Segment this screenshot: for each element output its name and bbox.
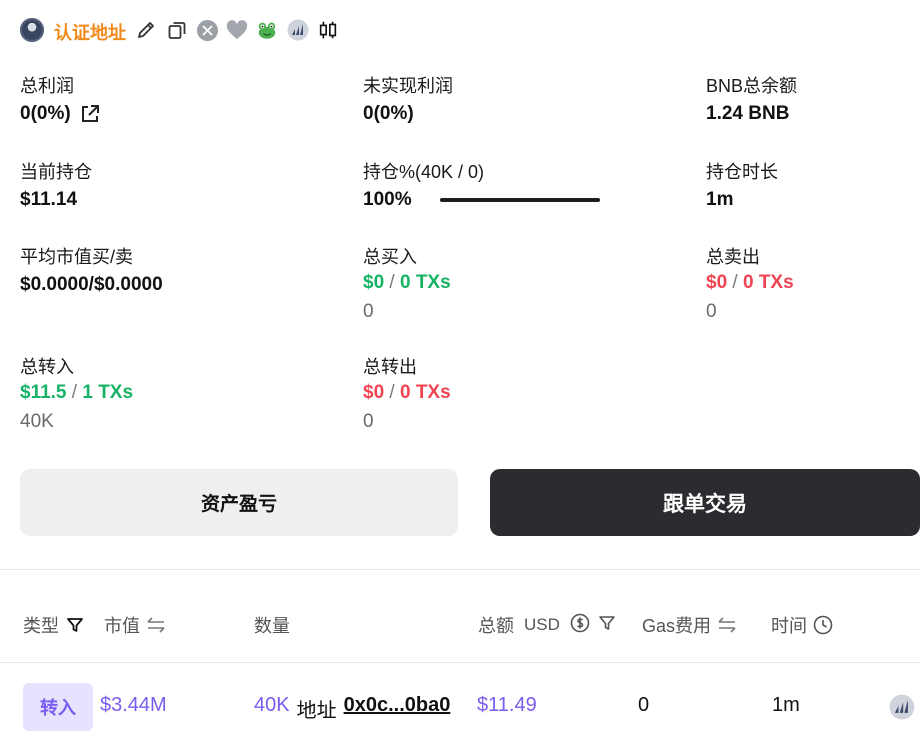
gas-sort-icon[interactable] bbox=[717, 616, 737, 634]
holding-percent-value: 100% bbox=[363, 189, 412, 210]
sort-icon[interactable] bbox=[146, 616, 166, 634]
total-in-txs: 1 TXs bbox=[82, 382, 134, 403]
currency-toggle-icon[interactable] bbox=[570, 613, 590, 638]
external-link-icon[interactable] bbox=[79, 103, 101, 125]
row-total: $11.49 bbox=[477, 694, 537, 716]
current-position-label: 当前持仓 bbox=[20, 162, 92, 182]
total-out-txs: 0 TXs bbox=[399, 382, 451, 403]
total-in-label: 总转入 bbox=[20, 357, 74, 377]
candlestick-icon[interactable] bbox=[317, 19, 339, 41]
row-address-label: 地址 bbox=[296, 700, 337, 722]
row-address-link[interactable]: 0x0c...0ba0 bbox=[344, 694, 451, 723]
holding-percent-label: 持仓%(40K / 0) bbox=[363, 162, 485, 182]
filter-icon[interactable] bbox=[65, 615, 85, 635]
section-divider bbox=[0, 569, 920, 570]
total-out-qty: 0 bbox=[363, 411, 374, 432]
col-mcap-label: 市值 bbox=[104, 616, 140, 636]
verified-address-label: 认证地址 bbox=[54, 23, 126, 43]
total-out-amount: $0 bbox=[363, 382, 385, 403]
total-profit-label: 总利润 bbox=[20, 76, 74, 96]
col-total-label: 总额 bbox=[478, 616, 514, 636]
total-filter-icon[interactable] bbox=[597, 613, 617, 638]
asset-pnl-button[interactable]: 资产盈亏 bbox=[20, 469, 458, 536]
col-usd-label: USD bbox=[524, 615, 560, 634]
total-in-qty: 40K bbox=[20, 411, 54, 432]
total-buy-txs: 0 TXs bbox=[399, 272, 451, 293]
copy-trade-button[interactable]: 跟单交易 bbox=[490, 469, 920, 536]
total-profit-amount: 0(0%) bbox=[20, 103, 71, 124]
row-chart-icon[interactable] bbox=[889, 694, 915, 725]
col-type-header[interactable]: 类型 bbox=[23, 612, 85, 638]
bnb-balance-label: BNB总余额 bbox=[706, 76, 798, 96]
heart-icon[interactable] bbox=[226, 19, 248, 41]
holding-progress-fill bbox=[440, 198, 600, 202]
total-out-value: $0 / 0 TXs bbox=[363, 382, 451, 404]
avg-mcap-label: 平均市值买/卖 bbox=[20, 247, 134, 267]
col-qty-header: 数量 bbox=[254, 612, 290, 638]
total-buy-qty: 0 bbox=[363, 301, 374, 322]
col-qty-label: 数量 bbox=[254, 616, 290, 636]
total-buy-separator: / bbox=[389, 272, 395, 293]
holding-progress-track bbox=[440, 198, 600, 202]
total-profit-value: 0(0%) bbox=[20, 103, 101, 125]
edit-icon[interactable] bbox=[135, 19, 157, 41]
col-time-label: 时间 bbox=[771, 616, 807, 636]
total-in-value: $11.5 / 1 TXs bbox=[20, 382, 133, 404]
holding-duration-label: 持仓时长 bbox=[706, 162, 778, 182]
total-out-separator: / bbox=[389, 382, 395, 403]
row-qty: 40K 地址 0x0c...0ba0 bbox=[254, 694, 450, 723]
row-time: 1m bbox=[772, 694, 800, 716]
avg-mcap-value: $0.0000/$0.0000 bbox=[20, 274, 163, 295]
col-time-header[interactable]: 时间 bbox=[771, 612, 833, 638]
holding-duration-value: 1m bbox=[706, 189, 734, 210]
unrealized-profit-value: 0(0%) bbox=[363, 103, 414, 124]
total-out-label: 总转出 bbox=[363, 357, 417, 377]
total-sell-separator: / bbox=[732, 272, 738, 293]
col-total-header[interactable]: 总额 USD bbox=[478, 612, 560, 638]
frog-icon[interactable] bbox=[256, 19, 278, 41]
chart-badge-icon[interactable] bbox=[287, 19, 309, 41]
current-position-value: $11.14 bbox=[20, 189, 78, 210]
total-buy-value: $0 / 0 TXs bbox=[363, 272, 451, 294]
total-in-separator: / bbox=[71, 382, 78, 403]
total-sell-txs: 0 TXs bbox=[742, 272, 794, 293]
bnb-balance-value: 1.24 BNB bbox=[706, 103, 790, 124]
avatar[interactable] bbox=[20, 18, 44, 42]
row-qty-value: 40K bbox=[254, 694, 290, 716]
row-gas: 0 bbox=[638, 694, 650, 716]
total-sell-amount: $0 bbox=[706, 272, 728, 293]
col-mcap-header[interactable]: 市值 bbox=[104, 612, 166, 638]
total-sell-value: $0 / 0 TXs bbox=[706, 272, 794, 294]
col-gas-label: Gas费用 bbox=[642, 616, 712, 636]
x-logo-icon[interactable] bbox=[196, 19, 218, 41]
clock-icon[interactable] bbox=[813, 615, 833, 635]
tx-type-badge: 转入 bbox=[23, 683, 93, 731]
unrealized-profit-label: 未实现利润 bbox=[363, 76, 453, 96]
row-mcap: $3.44M bbox=[100, 694, 167, 716]
col-gas-header[interactable]: Gas费用 bbox=[642, 612, 737, 638]
total-buy-amount: $0 bbox=[363, 272, 385, 293]
total-sell-qty: 0 bbox=[706, 301, 717, 322]
total-sell-label: 总卖出 bbox=[706, 247, 760, 267]
table-header-divider bbox=[0, 662, 920, 663]
copy-icon[interactable] bbox=[166, 19, 188, 41]
total-in-amount: $11.5 bbox=[20, 382, 67, 403]
col-type-label: 类型 bbox=[23, 616, 59, 636]
total-buy-label: 总买入 bbox=[363, 247, 417, 267]
